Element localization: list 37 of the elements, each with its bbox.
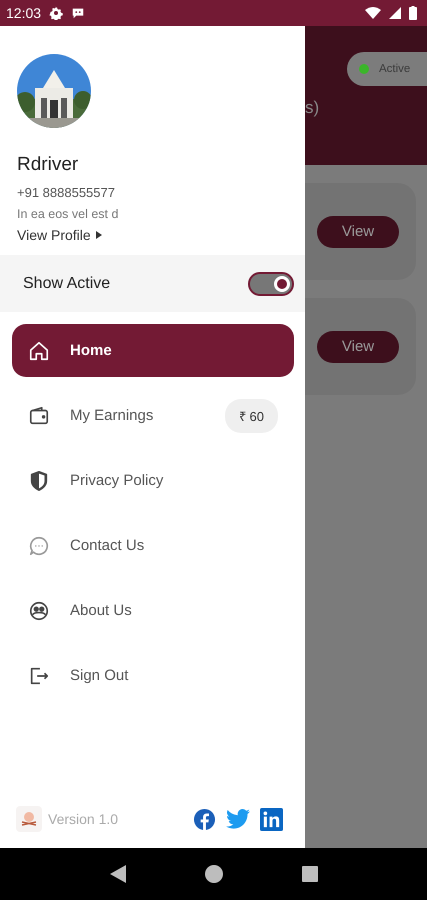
status-time: 12:03 (6, 5, 42, 21)
wallet-icon (28, 404, 50, 426)
linkedin-icon[interactable] (260, 808, 283, 830)
app-logo-icon (16, 806, 42, 832)
status-label: Active (379, 63, 410, 75)
home-icon (28, 340, 50, 362)
view-button[interactable]: View (317, 330, 399, 362)
menu-item[interactable]: Privacy Policy (12, 454, 294, 507)
twitter-icon[interactable] (226, 809, 250, 829)
signal-icon (389, 7, 401, 19)
battery-icon (409, 6, 417, 20)
menu-item[interactable]: Home (12, 324, 294, 377)
menu-item[interactable]: About Us (12, 584, 294, 637)
recents-icon[interactable] (302, 866, 318, 882)
people-icon (28, 600, 50, 622)
header-title: s) (305, 98, 320, 118)
back-icon[interactable] (110, 865, 126, 883)
view-button[interactable]: View (317, 216, 399, 248)
menu-item[interactable]: My Earnings ₹ 60 (12, 389, 294, 442)
gear-icon (49, 6, 64, 20)
user-name: Rdriver (17, 154, 78, 176)
version-text: Version 1.0 (48, 811, 118, 827)
menu-item[interactable]: Sign Out (12, 649, 294, 702)
chat-icon (71, 6, 86, 20)
phone-number: +91 8888555577 (17, 185, 115, 200)
show-active-label: Show Active (23, 274, 112, 292)
view-profile-link[interactable]: View Profile (17, 227, 102, 243)
user-bio: In ea eos vel est d (17, 207, 118, 221)
chat-icon (28, 534, 50, 556)
caret-icon (96, 231, 102, 239)
toggle-switch[interactable] (248, 272, 294, 296)
menu-item[interactable]: Contact Us (12, 519, 294, 572)
facebook-icon[interactable] (193, 808, 216, 830)
home-button-icon[interactable] (204, 865, 222, 883)
earnings-amount: ₹ 60 (224, 398, 278, 432)
wifi-icon (365, 7, 381, 19)
shield-icon (28, 470, 50, 492)
